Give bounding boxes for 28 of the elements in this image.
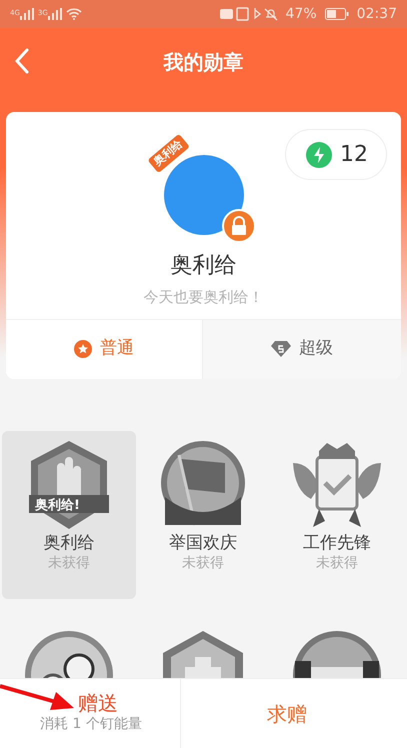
badge-tab[interactable]: 超级	[202, 318, 401, 378]
signal-icon	[48, 8, 62, 20]
energy-cost-note: 消耗 1 个钉能量	[40, 715, 143, 734]
badge-tile[interactable]: 举国欢庆 未获得	[136, 430, 270, 598]
badge-status: 未获得	[182, 554, 224, 573]
badge-tile[interactable]: 工作先锋 未获得	[270, 430, 404, 598]
badge-banner-text: 奥利给!	[35, 496, 80, 514]
badge-name: 工作先锋	[303, 532, 371, 553]
badge-name: 举国欢庆	[169, 532, 237, 553]
badge-frame-label: 奥利给	[147, 134, 189, 173]
page-title: 我的勋章	[164, 48, 244, 76]
selected-badge-tile[interactable]: 奥利给! 奥利给 未获得	[2, 430, 136, 598]
badge-name: 奥利给	[44, 532, 94, 553]
wifi-icon	[66, 8, 82, 20]
energy-count: 12	[340, 141, 368, 169]
clock-time: 02:37	[356, 4, 397, 24]
badge-status: 未获得	[48, 554, 90, 573]
energy-pill[interactable]: 12	[285, 129, 387, 180]
diamond-icon	[271, 341, 291, 357]
status-icons-drawing	[220, 7, 278, 21]
signal-icon	[20, 8, 34, 20]
back-icon[interactable]	[14, 48, 30, 74]
lightning-icon	[306, 142, 332, 168]
battery-icon	[324, 8, 349, 20]
battery-level: 47%	[286, 4, 317, 24]
profile-motto: 今天也要奥利给！	[144, 287, 264, 308]
profile-name: 奥利给	[170, 252, 236, 280]
badge-status: 未获得	[316, 554, 358, 573]
